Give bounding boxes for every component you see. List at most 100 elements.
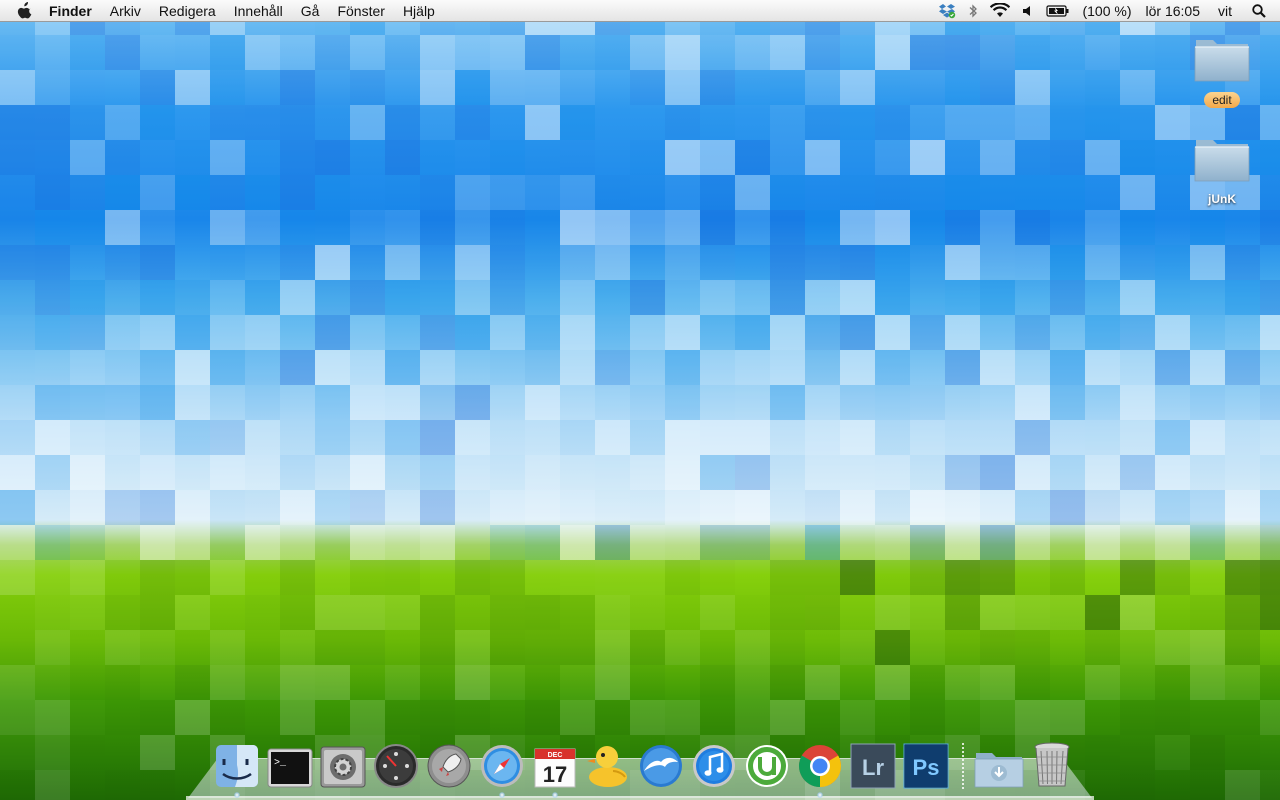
- wallpaper-pixel: [175, 210, 210, 245]
- wallpaper-pixel: [1085, 350, 1120, 385]
- wallpaper-pixel: [245, 140, 280, 175]
- dock-stack-trash[interactable]: [1027, 737, 1077, 789]
- wallpaper-pixel: [1260, 350, 1280, 385]
- wallpaper-pixel: [665, 245, 700, 280]
- wallpaper-pixel: [595, 455, 630, 490]
- wallpaper-pixel: [980, 140, 1015, 175]
- wallpaper-pixel: [1050, 210, 1085, 245]
- dock-item-launchpad[interactable]: [424, 737, 474, 789]
- volume-icon[interactable]: [1016, 0, 1040, 22]
- apple-icon[interactable]: [17, 1, 37, 20]
- wallpaper-pixel: [1190, 595, 1225, 630]
- wallpaper-pixel: [665, 595, 700, 630]
- wallpaper-pixel: [455, 105, 490, 140]
- wallpaper-pixel: [0, 140, 35, 175]
- wallpaper-pixel: [875, 525, 910, 560]
- openoffice-icon: [640, 745, 682, 787]
- dock-item-openoffice[interactable]: [636, 737, 686, 789]
- dropbox-icon[interactable]: [932, 0, 962, 22]
- wallpaper-pixel: [1120, 245, 1155, 280]
- wallpaper-pixel: [385, 210, 420, 245]
- wallpaper-pixel: [770, 455, 805, 490]
- desktop[interactable]: Finder Arkiv Redigera Innehåll Gå Fönste…: [0, 0, 1280, 800]
- menu-ga[interactable]: Gå: [292, 0, 329, 22]
- wallpaper-pixel: [875, 350, 910, 385]
- battery-icon[interactable]: [1040, 0, 1076, 22]
- wallpaper-pixel: [385, 490, 420, 525]
- wallpaper-pixel: [560, 630, 595, 665]
- wallpaper-pixel: [0, 385, 35, 420]
- wallpaper-pixel: [140, 525, 175, 560]
- wallpaper-pixel: [350, 175, 385, 210]
- wallpaper-pixel: [1155, 350, 1190, 385]
- wallpaper-pixel: [1225, 700, 1260, 735]
- dock-item-lightroom[interactable]: Lr: [848, 737, 898, 789]
- wallpaper-pixel: [1085, 175, 1120, 210]
- wallpaper-pixel: [735, 105, 770, 140]
- wallpaper-pixel: [595, 210, 630, 245]
- menu-fonster[interactable]: Fönster: [328, 0, 393, 22]
- menu-hjalp[interactable]: Hjälp: [394, 0, 444, 22]
- menu-app-finder[interactable]: Finder: [49, 0, 101, 22]
- wallpaper-pixel: [140, 245, 175, 280]
- wallpaper-pixel: [910, 105, 945, 140]
- dock-item-utorrent[interactable]: [742, 737, 792, 789]
- wallpaper-pixel: [245, 175, 280, 210]
- wallpaper-pixel: [350, 455, 385, 490]
- wallpaper-pixel: [1120, 315, 1155, 350]
- wallpaper-pixel: [490, 560, 525, 595]
- battery-percent[interactable]: (100 %): [1076, 0, 1137, 22]
- desktop-item-junk[interactable]: jUnK: [1177, 134, 1267, 208]
- wallpaper-pixel: [1190, 245, 1225, 280]
- wallpaper-pixel: [455, 35, 490, 70]
- wallpaper-pixel: [630, 595, 665, 630]
- wallpaper-pixel: [875, 700, 910, 735]
- wallpaper-pixel: [1015, 70, 1050, 105]
- wallpaper-pixel: [1155, 525, 1190, 560]
- wallpaper-pixel: [245, 560, 280, 595]
- wallpaper-pixel: [140, 770, 175, 800]
- dock-item-ical[interactable]: DEC 17: [530, 737, 580, 798]
- wallpaper-pixel: [945, 630, 980, 665]
- wallpaper-pixel: [910, 385, 945, 420]
- wallpaper-pixel: [560, 210, 595, 245]
- dock-item-cyberduck[interactable]: [583, 737, 633, 789]
- wallpaper-pixel: [805, 70, 840, 105]
- desktop-item-edit[interactable]: edit: [1177, 34, 1267, 109]
- user-menu[interactable]: vit: [1206, 0, 1246, 22]
- wallpaper-pixel: [0, 525, 35, 560]
- dock-item-chrome[interactable]: [795, 737, 845, 798]
- wallpaper-pixel: [525, 560, 560, 595]
- menu-redigera[interactable]: Redigera: [150, 0, 225, 22]
- wallpaper-pixel: [70, 665, 105, 700]
- menu-innehall[interactable]: Innehåll: [225, 0, 292, 22]
- dock-item-itunes[interactable]: [689, 737, 739, 789]
- wallpaper-pixel: [210, 490, 245, 525]
- clock[interactable]: lör 16:05: [1138, 0, 1206, 22]
- dock-item-photoshop[interactable]: Ps: [901, 737, 951, 789]
- wallpaper-pixel: [525, 105, 560, 140]
- wallpaper-pixel: [245, 315, 280, 350]
- wallpaper-pixel: [105, 525, 140, 560]
- dock-item-terminal[interactable]: >_: [265, 737, 315, 789]
- wallpaper-pixel: [1190, 560, 1225, 595]
- wallpaper-pixel: [1260, 700, 1280, 735]
- wifi-icon[interactable]: [984, 0, 1016, 22]
- wallpaper-pixel: [560, 455, 595, 490]
- menu-arkiv[interactable]: Arkiv: [101, 0, 150, 22]
- wallpaper-pixel: [595, 350, 630, 385]
- wallpaper-pixel: [315, 70, 350, 105]
- wallpaper-pixel: [175, 350, 210, 385]
- bluetooth-icon[interactable]: [962, 0, 984, 22]
- wallpaper-pixel: [525, 385, 560, 420]
- spotlight-icon[interactable]: [1246, 0, 1280, 22]
- dock-item-dashboard[interactable]: [371, 737, 421, 789]
- wallpaper-pixel: [945, 665, 980, 700]
- dock-item-system-preferences[interactable]: [318, 737, 368, 789]
- dock-item-safari[interactable]: [477, 737, 527, 798]
- wallpaper-pixel: [1225, 350, 1260, 385]
- wallpaper-pixel: [245, 210, 280, 245]
- dock-stack-downloads[interactable]: [974, 737, 1024, 789]
- dock-item-finder[interactable]: [212, 737, 262, 798]
- wallpaper-pixel: [105, 210, 140, 245]
